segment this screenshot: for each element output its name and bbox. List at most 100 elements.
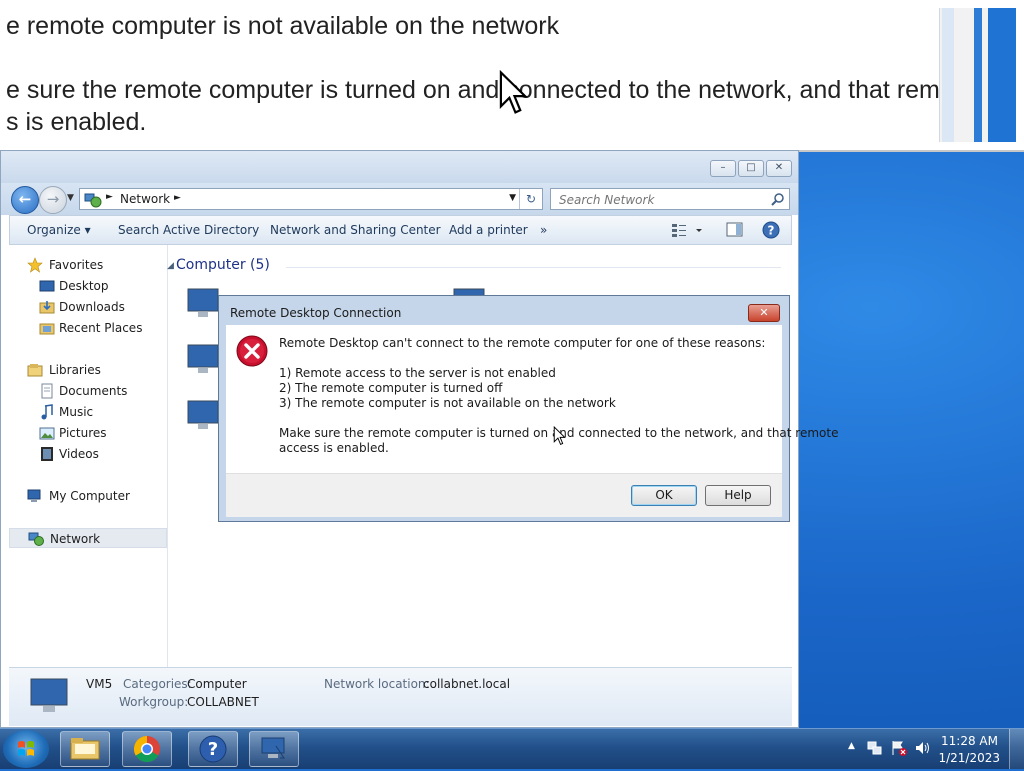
maximize-button[interactable]: □ bbox=[738, 160, 764, 177]
network-location-value: collabnet.local bbox=[423, 677, 511, 691]
nav-label: Recent Places bbox=[59, 321, 143, 335]
show-hidden-icons-icon[interactable]: ▲ bbox=[848, 741, 855, 751]
recent-pages-dropdown[interactable]: ▼ bbox=[67, 193, 74, 203]
minimize-button[interactable]: – bbox=[710, 160, 736, 177]
workgroup-label: Workgroup: bbox=[119, 695, 189, 709]
recent-places-icon bbox=[39, 323, 55, 335]
network-location-label: Network location: bbox=[324, 677, 430, 691]
nav-music[interactable]: Music bbox=[9, 402, 167, 422]
more-commands-button[interactable]: » bbox=[540, 223, 547, 237]
nav-label: Downloads bbox=[59, 300, 125, 314]
breadcrumb-separator-icon[interactable]: ► bbox=[174, 193, 181, 203]
address-dropdown-icon[interactable]: ▼ bbox=[509, 193, 516, 203]
nav-videos[interactable]: Videos bbox=[9, 444, 167, 464]
zoom-magnifier-panel: e remote computer is not available on th… bbox=[0, 0, 1024, 152]
add-printer-button[interactable]: Add a printer bbox=[449, 223, 528, 237]
windows-explorer-taskbar-button[interactable] bbox=[60, 731, 110, 767]
computer-icon bbox=[27, 489, 41, 502]
back-button[interactable]: ← bbox=[11, 186, 39, 214]
network-icon bbox=[84, 193, 102, 208]
dialog-title: Remote Desktop Connection bbox=[230, 306, 402, 320]
show-desktop-button[interactable] bbox=[1009, 729, 1024, 769]
windows-explorer-icon bbox=[70, 738, 100, 760]
help-taskbar-button[interactable]: ? bbox=[188, 731, 238, 767]
nav-favorites[interactable]: Favorites bbox=[9, 255, 167, 275]
network-sharing-center-button[interactable]: Network and Sharing Center bbox=[270, 223, 441, 237]
window-titlebar[interactable]: – □ ✕ bbox=[1, 151, 798, 183]
desktop-icon bbox=[39, 280, 55, 292]
dialog-close-button[interactable]: ✕ bbox=[748, 304, 780, 322]
rdp-error-dialog: Remote Desktop Connection ✕ Remote Deskt… bbox=[218, 295, 838, 522]
action-center-alert-icon[interactable] bbox=[890, 739, 908, 757]
preview-pane-icon[interactable] bbox=[725, 220, 745, 240]
dialog-reason-item: 3) The remote computer is not available … bbox=[279, 396, 616, 410]
computer-icon bbox=[30, 678, 68, 712]
ok-button[interactable]: OK bbox=[631, 485, 697, 506]
computer-icon[interactable] bbox=[186, 343, 222, 377]
nav-downloads[interactable]: Downloads bbox=[9, 297, 167, 317]
mouse-cursor-icon bbox=[499, 70, 528, 114]
help-button[interactable]: Help bbox=[705, 485, 771, 506]
taskbar: ? ▲ 11:28 AM 1/21/2023 bbox=[0, 728, 1024, 769]
zoom-text-line: s is enabled. bbox=[6, 108, 147, 136]
workgroup-value: COLLABNET bbox=[187, 695, 259, 709]
network-icon bbox=[28, 532, 44, 546]
close-button[interactable]: ✕ bbox=[766, 160, 792, 177]
volume-icon[interactable] bbox=[914, 739, 932, 757]
nav-desktop[interactable]: Desktop bbox=[9, 276, 167, 296]
group-header-computer[interactable]: Computer (5) bbox=[176, 257, 270, 273]
categories-label: Categories: bbox=[123, 677, 192, 691]
navigation-pane: Favorites Desktop Downloads Recent Place… bbox=[9, 245, 168, 667]
dialog-advice-text: access is enabled. bbox=[279, 441, 389, 455]
network-status-icon[interactable] bbox=[866, 739, 884, 757]
libraries-icon bbox=[27, 364, 43, 377]
nav-label: Favorites bbox=[49, 258, 104, 272]
dialog-reason-item: 1) Remote access to the server is not en… bbox=[279, 366, 556, 380]
details-pane: VM5 Categories: Computer Workgroup: COLL… bbox=[9, 667, 792, 726]
nav-pictures[interactable]: Pictures bbox=[9, 423, 167, 443]
zoom-scroll-decoration bbox=[939, 8, 1016, 142]
dialog-intro-text: Remote Desktop can't connect to the remo… bbox=[279, 336, 766, 350]
star-icon bbox=[27, 257, 43, 273]
nav-label: Libraries bbox=[49, 363, 101, 377]
dialog-reason-item: 2) The remote computer is turned off bbox=[279, 381, 503, 395]
nav-label: Desktop bbox=[59, 279, 109, 293]
clock-time[interactable]: 11:28 AM bbox=[941, 734, 998, 748]
clock-date[interactable]: 1/21/2023 bbox=[938, 751, 1000, 765]
breadcrumb-network[interactable]: Network bbox=[120, 192, 170, 206]
windows-logo-icon bbox=[18, 741, 34, 756]
refresh-icon[interactable]: ↻ bbox=[519, 189, 542, 209]
breadcrumb-separator-icon[interactable]: ► bbox=[106, 192, 113, 202]
nav-label: My Computer bbox=[49, 489, 130, 503]
organize-menu[interactable]: Organize ▾ bbox=[27, 223, 91, 237]
help-icon[interactable]: ? bbox=[761, 220, 781, 240]
computer-icon[interactable] bbox=[186, 287, 222, 321]
dialog-button-bar: OK Help bbox=[226, 473, 782, 517]
downloads-folder-icon bbox=[39, 301, 55, 314]
selected-item-name: VM5 bbox=[86, 677, 113, 691]
nav-label: Documents bbox=[59, 384, 128, 398]
chrome-icon bbox=[133, 735, 160, 763]
search-icon[interactable] bbox=[771, 192, 785, 206]
search-input[interactable] bbox=[557, 191, 761, 209]
collapse-group-icon[interactable]: ◢ bbox=[167, 261, 174, 271]
address-field[interactable]: ► Network ► ▼ ↻ bbox=[79, 188, 543, 210]
address-bar-row: ← → ▼ ► Network ► ▼ ↻ bbox=[1, 183, 798, 215]
nav-label: Network bbox=[50, 532, 101, 546]
nav-recent-places[interactable]: Recent Places bbox=[9, 318, 167, 338]
error-icon bbox=[236, 335, 268, 367]
network-rdp-taskbar-button[interactable] bbox=[249, 731, 299, 767]
change-view-icon[interactable] bbox=[670, 220, 704, 240]
chrome-taskbar-button[interactable] bbox=[122, 731, 172, 767]
nav-documents[interactable]: Documents bbox=[9, 381, 167, 401]
start-button[interactable] bbox=[3, 730, 49, 768]
nav-network[interactable]: Network bbox=[9, 528, 167, 548]
nav-libraries[interactable]: Libraries bbox=[9, 360, 167, 380]
search-box[interactable] bbox=[550, 188, 790, 210]
nav-label: Pictures bbox=[59, 426, 107, 440]
forward-button[interactable]: → bbox=[39, 186, 67, 214]
computer-icon[interactable] bbox=[186, 399, 222, 433]
search-active-directory-button[interactable]: Search Active Directory bbox=[118, 223, 259, 237]
nav-my-computer[interactable]: My Computer bbox=[9, 486, 167, 506]
pictures-icon bbox=[39, 427, 55, 440]
